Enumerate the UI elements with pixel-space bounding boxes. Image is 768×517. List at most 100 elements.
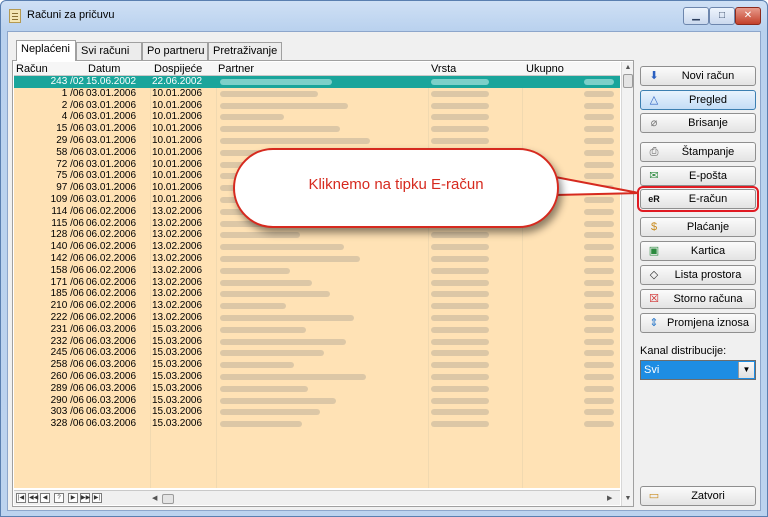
distribution-channel-select[interactable]: Svi ▼ bbox=[640, 360, 756, 380]
table-row[interactable]: 245 /06 06.03.2006 15.03.2006 bbox=[14, 347, 620, 359]
table-row[interactable]: 142 /06 06.02.2006 13.02.2006 bbox=[14, 253, 620, 265]
print-button[interactable]: ⎙ Štampanje bbox=[640, 142, 756, 162]
card-button[interactable]: ▣ Kartica bbox=[640, 241, 756, 261]
nav-last-icon[interactable]: ▶| bbox=[92, 493, 102, 503]
cell-datum: 06.03.2006 bbox=[86, 335, 137, 347]
nav-next-icon[interactable]: ▶ bbox=[68, 493, 78, 503]
table-row[interactable]: 2 /06 03.01.2006 10.01.2006 bbox=[14, 100, 620, 112]
scroll-up-icon[interactable]: ▲ bbox=[623, 63, 633, 73]
cell-datum: 06.02.2006 bbox=[86, 229, 137, 241]
table-row[interactable]: 171 /06 06.02.2006 13.02.2006 bbox=[14, 277, 620, 289]
table-row[interactable]: 290 /06 06.03.2006 15.03.2006 bbox=[14, 395, 620, 407]
cell-dospijece: 15.03.2006 bbox=[152, 370, 203, 382]
table-row[interactable]: 210 /06 06.02.2006 13.02.2006 bbox=[14, 300, 620, 312]
table-row[interactable]: 15 /06 03.01.2006 10.01.2006 bbox=[14, 123, 620, 135]
new-invoice-button[interactable]: ⬇ Novi račun bbox=[640, 66, 756, 86]
nav-next-page-icon[interactable]: ▶▶ bbox=[80, 493, 90, 503]
column-header-dospijece[interactable]: Dospijeće bbox=[154, 63, 202, 75]
table-row[interactable]: 258 /06 06.03.2006 15.03.2006 bbox=[14, 359, 620, 371]
cell-datum: 06.03.2006 bbox=[86, 347, 137, 359]
column-header-partner[interactable]: Partner bbox=[218, 63, 254, 75]
cell-datum: 03.01.2006 bbox=[86, 123, 137, 135]
table-row[interactable]: 328 /06 06.03.2006 15.03.2006 bbox=[14, 418, 620, 430]
cell-vrsta-redacted bbox=[431, 326, 489, 333]
cell-datum: 06.02.2006 bbox=[86, 288, 137, 300]
scroll-right-icon[interactable]: ▶ bbox=[607, 494, 612, 504]
cell-dospijece: 10.01.2006 bbox=[152, 111, 203, 123]
cell-datum: 06.02.2006 bbox=[86, 217, 137, 229]
delete-button[interactable]: ⌀ Brisanje bbox=[640, 113, 756, 133]
cell-partner-redacted bbox=[220, 90, 318, 97]
cell-dospijece: 15.03.2006 bbox=[152, 394, 203, 406]
maximize-button[interactable]: □ bbox=[709, 7, 735, 25]
table-row[interactable]: 29 /06 03.01.2006 10.01.2006 bbox=[14, 135, 620, 147]
vertical-scrollbar[interactable]: ▲ ▼ bbox=[621, 62, 633, 506]
window-title: Računi za pričuvu bbox=[27, 9, 115, 21]
cell-datum: 06.03.2006 bbox=[86, 406, 137, 418]
cell-ukupno-redacted bbox=[584, 114, 614, 121]
table-row[interactable]: 289 /06 06.03.2006 15.03.2006 bbox=[14, 383, 620, 395]
minimize-button[interactable]: ▁ bbox=[683, 7, 709, 25]
cell-datum: 06.03.2006 bbox=[86, 418, 137, 430]
tab-po-partneru[interactable]: Po partneru bbox=[142, 42, 208, 60]
table-row[interactable]: 4 /06 03.01.2006 10.01.2006 bbox=[14, 111, 620, 123]
scroll-left-icon[interactable]: ◀ bbox=[152, 494, 157, 504]
tab-neplaceni[interactable]: Neplaćeni bbox=[16, 40, 76, 61]
cell-dospijece: 10.01.2006 bbox=[152, 182, 203, 194]
table-row[interactable]: 260 /06 06.03.2006 15.03.2006 bbox=[14, 371, 620, 383]
cell-datum: 03.01.2006 bbox=[86, 158, 137, 170]
change-amount-button[interactable]: ⇕ Promjena iznosa bbox=[640, 313, 756, 333]
column-header-racun[interactable]: Račun bbox=[16, 63, 48, 75]
cell-racun: 243 /02 bbox=[50, 76, 84, 87]
tab-pretrazivanje[interactable]: Pretraživanje bbox=[208, 42, 282, 60]
cell-ukupno-redacted bbox=[584, 102, 614, 109]
payment-button[interactable]: $ Plaćanje bbox=[640, 217, 756, 237]
table-row[interactable]: 303 /06 06.03.2006 15.03.2006 bbox=[14, 406, 620, 418]
cell-dospijece: 13.02.2006 bbox=[152, 276, 203, 288]
cell-datum: 06.02.2006 bbox=[86, 252, 137, 264]
cell-dospijece: 10.01.2006 bbox=[152, 193, 203, 205]
cell-dospijece: 10.01.2006 bbox=[152, 123, 203, 135]
cell-dospijece: 10.01.2006 bbox=[152, 146, 203, 158]
table-row[interactable]: 232 /06 06.03.2006 15.03.2006 bbox=[14, 336, 620, 348]
table-row[interactable]: 243 /02 15.06.2002 22.06.2002 bbox=[14, 76, 620, 88]
space-list-button[interactable]: ◇ Lista prostora bbox=[640, 265, 756, 285]
nav-first-icon[interactable]: |◀ bbox=[16, 493, 26, 503]
table-row[interactable]: 158 /06 06.02.2006 13.02.2006 bbox=[14, 265, 620, 277]
cell-partner-redacted bbox=[220, 79, 332, 85]
cell-partner-redacted bbox=[220, 350, 324, 357]
table-row[interactable]: 231 /06 06.03.2006 15.03.2006 bbox=[14, 324, 620, 336]
cell-ukupno-redacted bbox=[584, 149, 614, 156]
table-row[interactable]: 222 /06 06.02.2006 13.02.2006 bbox=[14, 312, 620, 324]
nav-help-icon[interactable]: ? bbox=[54, 493, 64, 503]
table-row[interactable]: 185 /06 06.02.2006 13.02.2006 bbox=[14, 288, 620, 300]
cell-dospijece: 13.02.2006 bbox=[152, 241, 203, 253]
e-invoice-button[interactable]: eR E-račun bbox=[637, 186, 759, 212]
column-header-vrsta[interactable]: Vrsta bbox=[431, 63, 456, 75]
cell-vrsta-redacted bbox=[431, 385, 489, 392]
column-header-datum[interactable]: Datum bbox=[88, 63, 120, 75]
column-header-ukupno[interactable]: Ukupno bbox=[526, 63, 564, 75]
horizontal-scrollbar[interactable]: ◀ ▶ bbox=[152, 494, 617, 504]
cell-racun: 171 /06 bbox=[50, 276, 84, 288]
close-button[interactable]: ✕ bbox=[735, 7, 761, 25]
close-window-button[interactable]: ▭ Zatvori bbox=[640, 486, 756, 506]
diamond-icon: ◇ bbox=[649, 269, 659, 281]
chevron-down-icon[interactable]: ▼ bbox=[738, 362, 754, 378]
storno-button[interactable]: ☒ Storno računa bbox=[640, 289, 756, 309]
table-row[interactable]: 1 /06 03.01.2006 10.01.2006 bbox=[14, 88, 620, 100]
nav-prev-page-icon[interactable]: ◀◀ bbox=[28, 493, 38, 503]
cell-datum: 06.02.2006 bbox=[86, 311, 137, 323]
scroll-down-icon[interactable]: ▼ bbox=[623, 494, 633, 504]
tab-svi-racuni[interactable]: Svi računi bbox=[76, 42, 142, 60]
table-row[interactable]: 128 /06 06.02.2006 13.02.2006 bbox=[14, 229, 620, 241]
preview-button[interactable]: △ Pregled bbox=[640, 90, 756, 110]
nav-prev-icon[interactable]: ◀ bbox=[40, 493, 50, 503]
cell-vrsta-redacted bbox=[431, 373, 489, 380]
table-row[interactable]: 140 /06 06.02.2006 13.02.2006 bbox=[14, 241, 620, 253]
hscroll-thumb[interactable] bbox=[162, 494, 174, 504]
scroll-thumb[interactable] bbox=[623, 74, 633, 88]
email-button[interactable]: ✉ E-pošta bbox=[640, 166, 756, 186]
cell-dospijece: 13.02.2006 bbox=[152, 300, 203, 312]
cell-partner-redacted bbox=[220, 409, 320, 416]
